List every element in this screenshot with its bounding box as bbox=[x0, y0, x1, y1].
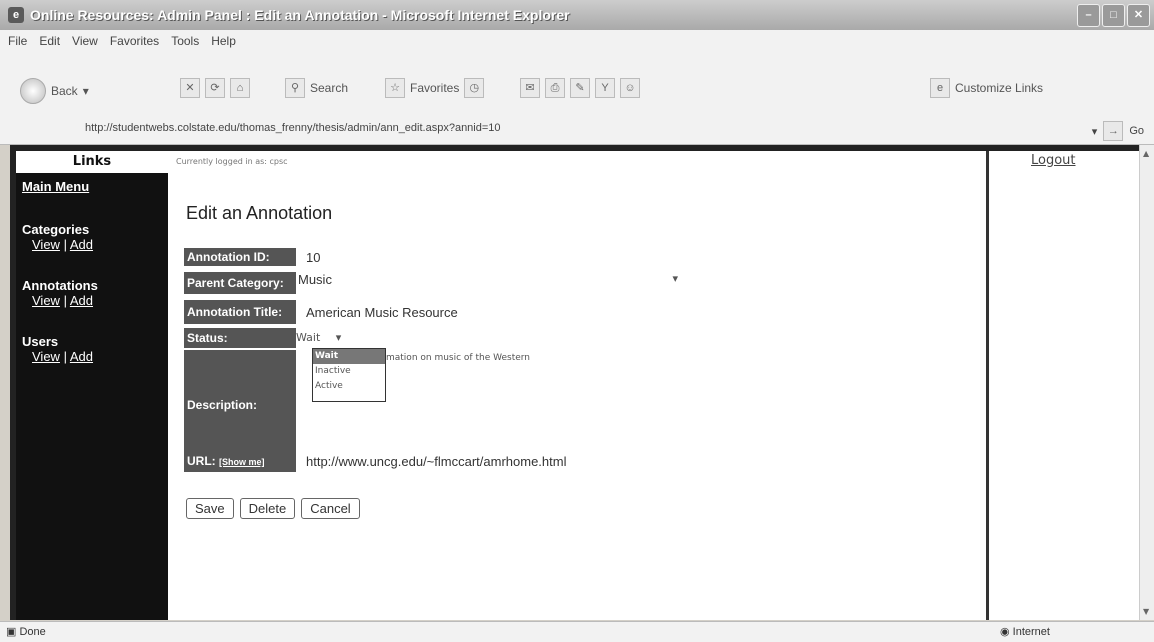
maximize-button[interactable]: □ bbox=[1102, 4, 1125, 27]
logout-link[interactable]: Logout bbox=[1031, 153, 1076, 168]
history-icon[interactable]: ◷ bbox=[464, 78, 485, 98]
menu-tools[interactable]: Tools bbox=[171, 34, 199, 48]
globe-icon: ◉ bbox=[1000, 626, 1010, 638]
chevron-down-icon[interactable]: ▾ bbox=[1092, 125, 1098, 138]
right-column: Logout bbox=[986, 151, 1139, 620]
annotations-view-link[interactable]: View bbox=[32, 293, 60, 308]
description-label: Description: bbox=[184, 350, 296, 460]
print-icon[interactable]: ⎙ bbox=[545, 78, 565, 98]
refresh-icon[interactable]: ⟳ bbox=[205, 78, 225, 98]
mail-icon[interactable]: ✉ bbox=[520, 78, 540, 98]
url-input[interactable]: http://www.uncg.edu/~flmccart/amrhome.ht… bbox=[306, 454, 566, 469]
status-done: ▣ Done bbox=[6, 626, 46, 638]
messenger-icon[interactable]: ☺ bbox=[620, 78, 640, 98]
status-option-inactive[interactable]: Inactive bbox=[313, 364, 385, 379]
annotation-id-label: Annotation ID: bbox=[184, 248, 296, 266]
menu-file[interactable]: File bbox=[8, 34, 27, 48]
toolbar: Back ▾ ✕ ⟳ ⌂ ⚲ Search ☆ Favorites ◷ ✉ ⎙ ✎… bbox=[0, 52, 1154, 117]
vertical-scrollbar[interactable]: ▲ ▼ bbox=[1139, 145, 1154, 620]
link-page-icon: e bbox=[930, 78, 950, 98]
home-icon[interactable]: ⌂ bbox=[230, 78, 250, 98]
sidebar-header: Links bbox=[16, 151, 168, 173]
window-title: Online Resources: Admin Panel : Edit an … bbox=[30, 7, 570, 23]
annotation-title-label: Annotation Title: bbox=[184, 300, 296, 324]
chevron-down-icon: ▾ bbox=[672, 273, 678, 285]
annotation-title-input[interactable]: American Music Resource bbox=[306, 305, 458, 320]
search-button[interactable]: ⚲ Search bbox=[285, 78, 348, 98]
menu-view[interactable]: View bbox=[72, 34, 98, 48]
status-select[interactable]: Wait ▾ bbox=[296, 331, 366, 347]
description-textarea[interactable]: mation on music of the Western bbox=[386, 353, 530, 363]
annotations-add-link[interactable]: Add bbox=[70, 293, 93, 308]
scroll-up-icon[interactable]: ▲ bbox=[1143, 149, 1149, 158]
annotation-id-value: 10 bbox=[306, 249, 321, 265]
status-zone: ◉ Internet bbox=[1000, 626, 1050, 638]
categories-view-link[interactable]: View bbox=[32, 237, 60, 252]
sidebar-section-users: Users bbox=[22, 334, 59, 349]
back-arrow-icon bbox=[20, 78, 46, 104]
dropdown-arrow-icon: ▾ bbox=[82, 84, 89, 98]
show-me-link[interactable]: [Show me] bbox=[219, 457, 265, 467]
status-option-active[interactable]: Active bbox=[313, 379, 385, 394]
page-content: Links Main Menu Categories View | Add An… bbox=[10, 145, 1140, 620]
main-panel: Currently logged in as: cpsc Edit an Ann… bbox=[168, 151, 986, 620]
status-bar: ▣ Done ◉ Internet bbox=[0, 621, 1154, 642]
page-title: Edit an Annotation bbox=[186, 203, 333, 223]
star-icon: ☆ bbox=[385, 78, 405, 98]
status-label: Status: bbox=[184, 328, 296, 348]
search-icon: ⚲ bbox=[285, 78, 305, 98]
go-button[interactable]: ▾ → Go bbox=[1092, 121, 1144, 141]
go-arrow-icon: → bbox=[1103, 121, 1124, 141]
main-menu-link[interactable]: Main Menu bbox=[22, 179, 89, 194]
sidebar-section-annotations: Annotations bbox=[22, 278, 98, 293]
parent-category-label: Parent Category: bbox=[184, 272, 296, 294]
users-view-link[interactable]: View bbox=[32, 349, 60, 364]
status-dropdown-list[interactable]: Wait Inactive Active bbox=[312, 348, 386, 402]
window-controls: – □ ✕ bbox=[1077, 4, 1150, 27]
back-button[interactable]: Back ▾ bbox=[20, 78, 89, 104]
parent-category-select[interactable]: Music ▾ bbox=[298, 272, 678, 290]
categories-add-link[interactable]: Add bbox=[70, 237, 93, 252]
edit-icon[interactable]: ✎ bbox=[570, 78, 590, 98]
menu-help[interactable]: Help bbox=[211, 34, 236, 48]
extra-toolbar-icons: ✉ ⎙ ✎ Y ☺ bbox=[520, 78, 640, 98]
address-input[interactable]: http://studentwebs.colstate.edu/thomas_f… bbox=[85, 122, 501, 134]
chevron-down-icon: ▾ bbox=[335, 331, 342, 344]
form-buttons: Save Delete Cancel bbox=[186, 498, 360, 519]
customize-links[interactable]: e Customize Links bbox=[930, 78, 1043, 98]
users-add-link[interactable]: Add bbox=[70, 349, 93, 364]
yahoo-icon[interactable]: Y bbox=[595, 78, 615, 98]
status-option-wait[interactable]: Wait bbox=[313, 349, 385, 364]
cancel-button[interactable]: Cancel bbox=[301, 498, 360, 519]
favorites-button[interactable]: ☆ Favorites ◷ bbox=[385, 78, 485, 98]
ie-icon: e bbox=[8, 7, 24, 23]
page-icon: ▣ bbox=[6, 626, 17, 638]
sidebar: Links Main Menu Categories View | Add An… bbox=[16, 151, 168, 620]
menu-favorites[interactable]: Favorites bbox=[110, 34, 159, 48]
close-button[interactable]: ✕ bbox=[1127, 4, 1150, 27]
url-label: URL: [Show me] bbox=[184, 450, 296, 472]
save-button[interactable]: Save bbox=[186, 498, 234, 519]
menu-edit[interactable]: Edit bbox=[39, 34, 60, 48]
window-titlebar: e Online Resources: Admin Panel : Edit a… bbox=[0, 0, 1154, 30]
scroll-down-icon[interactable]: ▼ bbox=[1143, 607, 1149, 616]
logged-in-text: Currently logged in as: cpsc bbox=[176, 157, 288, 166]
nav-buttons: ✕ ⟳ ⌂ bbox=[180, 78, 250, 98]
menu-bar: File Edit View Favorites Tools Help bbox=[0, 30, 1154, 52]
address-bar: http://studentwebs.colstate.edu/thomas_f… bbox=[0, 116, 1154, 145]
stop-icon[interactable]: ✕ bbox=[180, 78, 200, 98]
minimize-button[interactable]: – bbox=[1077, 4, 1100, 27]
delete-button[interactable]: Delete bbox=[239, 498, 296, 519]
sidebar-section-categories: Categories bbox=[22, 222, 90, 237]
